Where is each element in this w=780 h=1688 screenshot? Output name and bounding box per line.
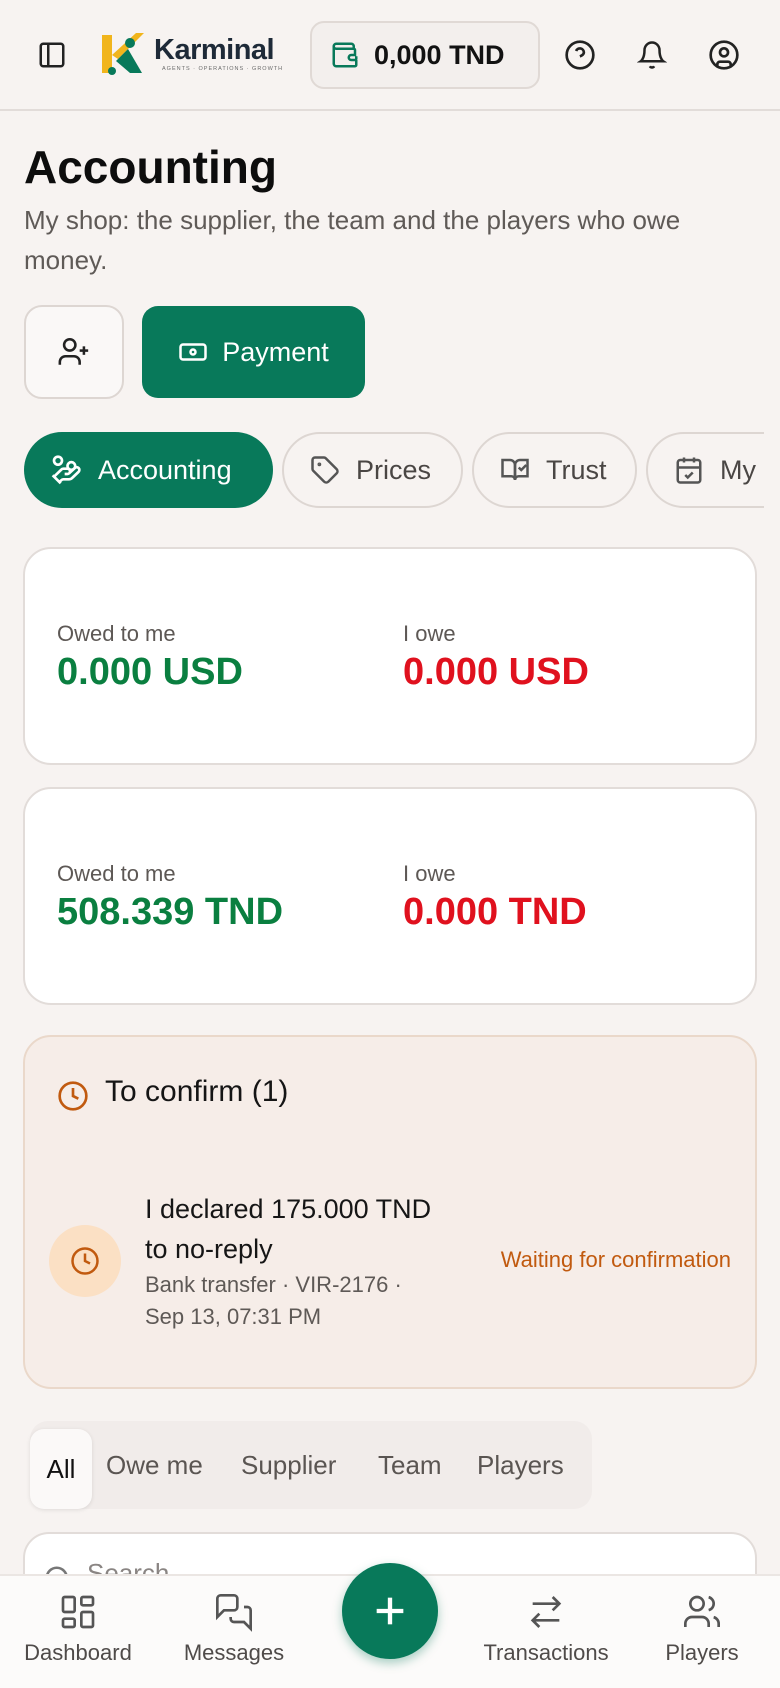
nav-label: Transactions [483, 1640, 609, 1665]
contact-filter-tabs: All Owe me Supplier Team Players [30, 1421, 592, 1509]
filter-all[interactable]: All [30, 1429, 92, 1509]
filter-players[interactable]: Players [477, 1435, 564, 1495]
nav-label: Dashboard [24, 1640, 132, 1665]
filter-team[interactable]: Team [378, 1435, 442, 1495]
brand-name: Karminal [154, 34, 275, 66]
banknote-icon [179, 343, 207, 361]
nav-label: Players [665, 1640, 739, 1665]
tab-label: Trust [546, 454, 607, 485]
sidebar-toggle-button[interactable] [28, 31, 76, 79]
nav-players[interactable]: Players [632, 1592, 772, 1666]
owed-to-me-value: 508.339 TND [57, 891, 284, 933]
nav-dashboard[interactable]: Dashboard [8, 1592, 148, 1666]
wallet-balance-value: 0,000 TND [374, 39, 505, 70]
wallet-icon [332, 42, 358, 68]
top-bar: Karminal AGENTS · OPERATIONS · GROWTH 0,… [0, 0, 780, 111]
nav-label: Messages [183, 1640, 285, 1665]
nav-messages[interactable]: Messages [164, 1592, 304, 1666]
payment-button[interactable]: Payment [142, 306, 365, 398]
i-owe-label: I owe [403, 621, 456, 646]
bell-icon [637, 41, 667, 69]
page-subtitle: My shop: the supplier, the team and the … [24, 205, 681, 275]
transactions-icon [530, 1596, 562, 1628]
tab-label: My [720, 454, 756, 485]
wallet-balance-button[interactable]: 0,000 TND [310, 21, 540, 89]
plus-icon [376, 1597, 404, 1625]
add-fab-button[interactable] [342, 1563, 438, 1659]
clock-icon [58, 1081, 88, 1111]
owed-to-me-value: 0.000 USD [57, 651, 243, 693]
filter-supplier[interactable]: Supplier [241, 1435, 336, 1495]
tnd-balance-card: Owed to me 508.339 TND I owe 0.000 TND [23, 787, 757, 1005]
brand-tagline: AGENTS · OPERATIONS · GROWTH [162, 66, 284, 72]
hand-coins-icon [51, 455, 81, 485]
tab-trust[interactable]: Trust [472, 432, 637, 508]
tab-label: Prices [356, 454, 432, 485]
players-icon [684, 1595, 720, 1627]
payment-button-label: Payment [222, 336, 329, 367]
sidebar-icon [39, 42, 65, 68]
book-check-icon [501, 458, 529, 481]
help-button[interactable] [556, 31, 604, 79]
to-confirm-panel: To confirm (1) I declared 175.000 TND to… [23, 1035, 757, 1389]
karminal-logo-icon [102, 33, 144, 75]
messages-icon [216, 1594, 252, 1632]
i-owe-value: 0.000 TND [403, 891, 587, 933]
tab-accounting[interactable]: Accounting [24, 432, 273, 508]
i-owe-label: I owe [403, 861, 456, 886]
owed-to-me-label: Owed to me [57, 861, 176, 886]
page-title: Accounting [24, 141, 277, 193]
tab-prices[interactable]: Prices [282, 432, 463, 508]
declaration-meta: Bank transfer · VIR-2176 · Sep 13, 07:31… [145, 1272, 402, 1329]
declaration-status: Waiting for confirmation [500, 1247, 731, 1272]
filter-owe-me[interactable]: Owe me [106, 1435, 203, 1495]
owed-to-me-label: Owed to me [57, 621, 176, 646]
help-icon [565, 40, 595, 70]
notifications-button[interactable] [628, 31, 676, 79]
clock-icon [71, 1247, 99, 1275]
user-plus-icon [58, 337, 89, 365]
usd-balance-card: Owed to me 0.000 USD I owe 0.000 USD [23, 547, 757, 765]
pending-status-avatar [49, 1225, 121, 1297]
i-owe-value: 0.000 USD [403, 651, 589, 693]
user-circle-icon [709, 40, 739, 70]
to-confirm-title: To confirm (1) [105, 1075, 289, 1108]
account-button[interactable] [700, 31, 748, 79]
dashboard-icon [61, 1595, 95, 1629]
nav-transactions[interactable]: Transactions [476, 1592, 616, 1666]
tab-my[interactable]: My [646, 432, 764, 508]
tab-label: Accounting [98, 454, 232, 485]
category-tabs: Accounting Prices Trust My [24, 432, 764, 508]
tag-icon [311, 456, 339, 484]
brand-logo[interactable]: Karminal AGENTS · OPERATIONS · GROWTH [98, 28, 283, 80]
declaration-title: I declared 175.000 TND to no-reply [145, 1194, 432, 1264]
calendar-check-icon [676, 457, 702, 484]
add-contact-button[interactable] [24, 305, 124, 399]
